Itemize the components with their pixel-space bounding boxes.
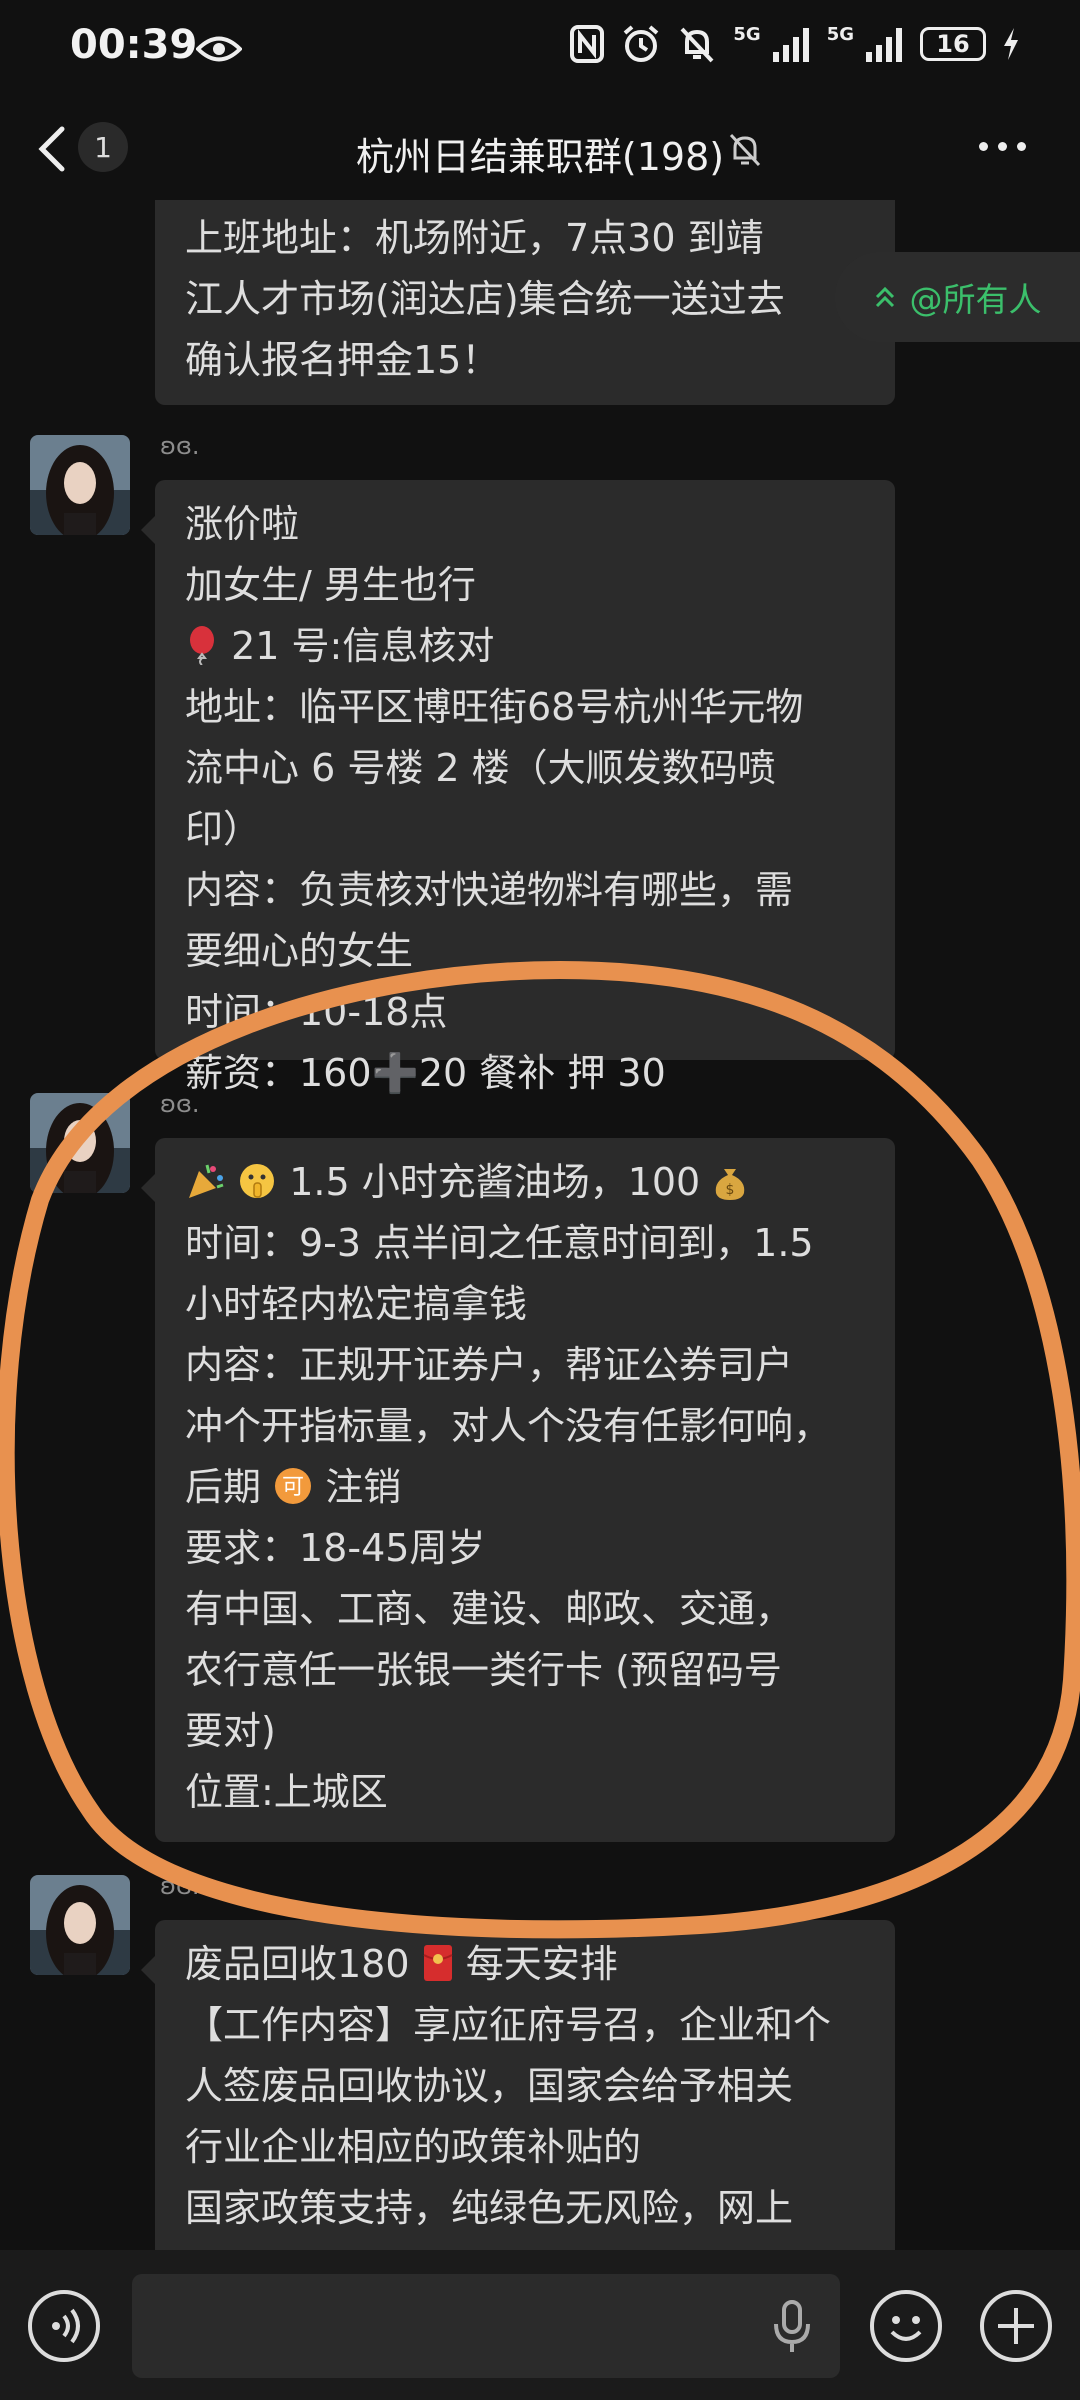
battery-indicator: 16	[920, 27, 986, 61]
message-input-bar	[0, 2250, 1080, 2400]
signal-icon-1	[772, 28, 809, 62]
message-text: 1.5 小时充酱油场，100	[289, 1160, 701, 1204]
chat-header: 1 杭州日结兼职群(198)	[0, 100, 1080, 200]
bell-muted-icon	[680, 27, 714, 63]
message-line: 国家政策支持，纯绿色无风险，网上	[185, 2186, 794, 2230]
message-line: 时间：9-3 点半间之任意时间到，1.5	[185, 1221, 814, 1265]
message-line: 要对)	[185, 1709, 276, 1753]
message-bubble[interactable]: 涨价啦 加女生/ 男生也行 21 号:信息核对 地址：临平区博旺街68号杭州华元…	[141, 480, 895, 1095]
message-line: 行业企业相应的政策补贴的	[185, 2125, 642, 2169]
status-time: 00:39	[70, 22, 198, 68]
red-envelope-icon	[423, 1945, 453, 1981]
page-title: 杭州日结兼职群(198)	[355, 135, 725, 179]
message-line: 【工作内容】享应征府号召，企业和个	[185, 2003, 832, 2047]
message-line-with-icon: 21 号:信息核对	[185, 616, 865, 677]
message-line: 加女生/ 男生也行	[185, 563, 476, 607]
message-line: 内容：负责核对快递物料有哪些，需	[185, 868, 794, 912]
message-line-with-icon: 1.5 小时充酱油场，100 $	[185, 1152, 865, 1213]
message-line: 农行意任一张银一类行卡 (预留码号	[185, 1648, 782, 1692]
message-text: 废品回收180	[185, 1942, 410, 1986]
message-text: 注销	[325, 1465, 402, 1509]
message-line: 江人才市场(润达店)集合统一送过去	[185, 277, 785, 321]
message-line: 要求：18-45周岁	[185, 1526, 486, 1570]
message-line-with-icon: 废品回收180 每天安排	[185, 1934, 865, 1995]
sender-name: ʚɞ.	[160, 432, 200, 460]
voice-mode-button[interactable]	[28, 2290, 100, 2362]
sender-name: ʚɞ.	[160, 1872, 200, 1900]
message-line: 冲个开指标量，对人个没有任影何响，	[185, 1404, 832, 1448]
message-line: 小时轻内松定搞拿钱	[185, 1282, 528, 1326]
svg-text:$: $	[726, 1182, 735, 1198]
more-dot	[998, 142, 1007, 151]
message-line: 有中国、工商、建设、邮政、交通，	[185, 1587, 794, 1631]
shushing-face-icon	[240, 1164, 275, 1198]
money-bag-icon: $	[716, 1169, 745, 1200]
signal-label-1: 5G	[733, 23, 761, 45]
charging-icon	[1004, 28, 1018, 60]
message-bubble[interactable]: 废品回收180 每天安排 【工作内容】享应征府号召，企业和个 人签废品回收协议，…	[141, 1920, 895, 2250]
more-options-button[interactable]	[979, 142, 1026, 151]
signal-icon-2	[866, 28, 902, 62]
bell-muted-icon	[729, 133, 761, 167]
message-line: 要细心的女生	[185, 929, 414, 973]
sender-name: ʚɞ.	[160, 1090, 200, 1118]
battery-level: 16	[936, 30, 970, 58]
nfc-icon	[570, 25, 605, 63]
message-line-with-icon: 后期 可 注销	[185, 1457, 865, 1518]
message-line: 涨价啦	[185, 502, 300, 546]
voice-icon	[52, 2308, 80, 2344]
mention-all-button[interactable]: @所有人	[835, 252, 1080, 342]
mention-all-label: @所有人	[909, 280, 1042, 319]
message-text: 21 号:信息核对	[231, 624, 495, 668]
alarm-icon	[624, 25, 659, 62]
party-popper-icon	[189, 1164, 224, 1198]
message-input[interactable]	[132, 2274, 840, 2378]
message-text: 每天安排	[465, 1942, 618, 1986]
smiley-icon	[890, 2316, 922, 2341]
message-line: 位置:上城区	[185, 1770, 388, 1814]
balloon-icon	[190, 626, 214, 666]
message-line: 人签废品回收协议，国家会给予相关	[185, 2064, 794, 2108]
more-dot	[1017, 142, 1026, 151]
avatar-image	[30, 435, 130, 535]
avatar[interactable]	[30, 435, 130, 535]
message-line: 时间：10-18点	[185, 990, 448, 1034]
signal-label-2: 5G	[826, 23, 854, 45]
status-icons: 5G 5G 16	[569, 24, 1020, 64]
avatar[interactable]	[30, 1093, 130, 1193]
message-bubble[interactable]: 1.5 小时充酱油场，100 $ 时间：9-3 点半间之任意时间到，1.5 小时…	[141, 1138, 895, 1842]
avatar[interactable]	[30, 1875, 130, 1975]
message-line: 流中心 6 号楼 2 楼（大顺发数码喷	[185, 746, 776, 790]
svg-text:可: 可	[282, 1475, 304, 1500]
avatar-image	[30, 1875, 130, 1975]
plus-icon	[998, 2308, 1034, 2344]
double-chevron-up-icon	[875, 286, 894, 308]
emoji-button[interactable]	[870, 2290, 942, 2362]
message-line: 内容：正规开证券户，帮证公券司户	[185, 1343, 794, 1387]
message-line: 上班地址：机场附近，7点30 到靖	[185, 216, 764, 260]
message-line: 印）	[185, 807, 262, 851]
avatar-image	[30, 1093, 130, 1193]
message-bubble[interactable]: 上班地址：机场附近，7点30 到靖 江人才市场(润达店)集合统一送过去 确认报名…	[155, 200, 895, 405]
message-line: 薪资：160➕20 餐补 押 30	[185, 1051, 666, 1095]
microphone-icon[interactable]	[772, 2298, 812, 2354]
message-text: 后期	[185, 1465, 262, 1509]
more-functions-button[interactable]	[980, 2290, 1052, 2362]
eye-icon	[196, 36, 242, 62]
status-bar: 00:39 5G 5G 16	[0, 0, 1080, 100]
message-line: 确认报名押金15！	[185, 338, 500, 382]
chat-message-list[interactable]: 上班地址：机场附近，7点30 到靖 江人才市场(润达店)集合统一送过去 确认报名…	[0, 200, 1080, 2250]
more-dot	[979, 142, 988, 151]
ke-badge-icon: 可	[275, 1468, 312, 1504]
message-line: 地址：临平区博旺街68号杭州华元物	[185, 685, 804, 729]
